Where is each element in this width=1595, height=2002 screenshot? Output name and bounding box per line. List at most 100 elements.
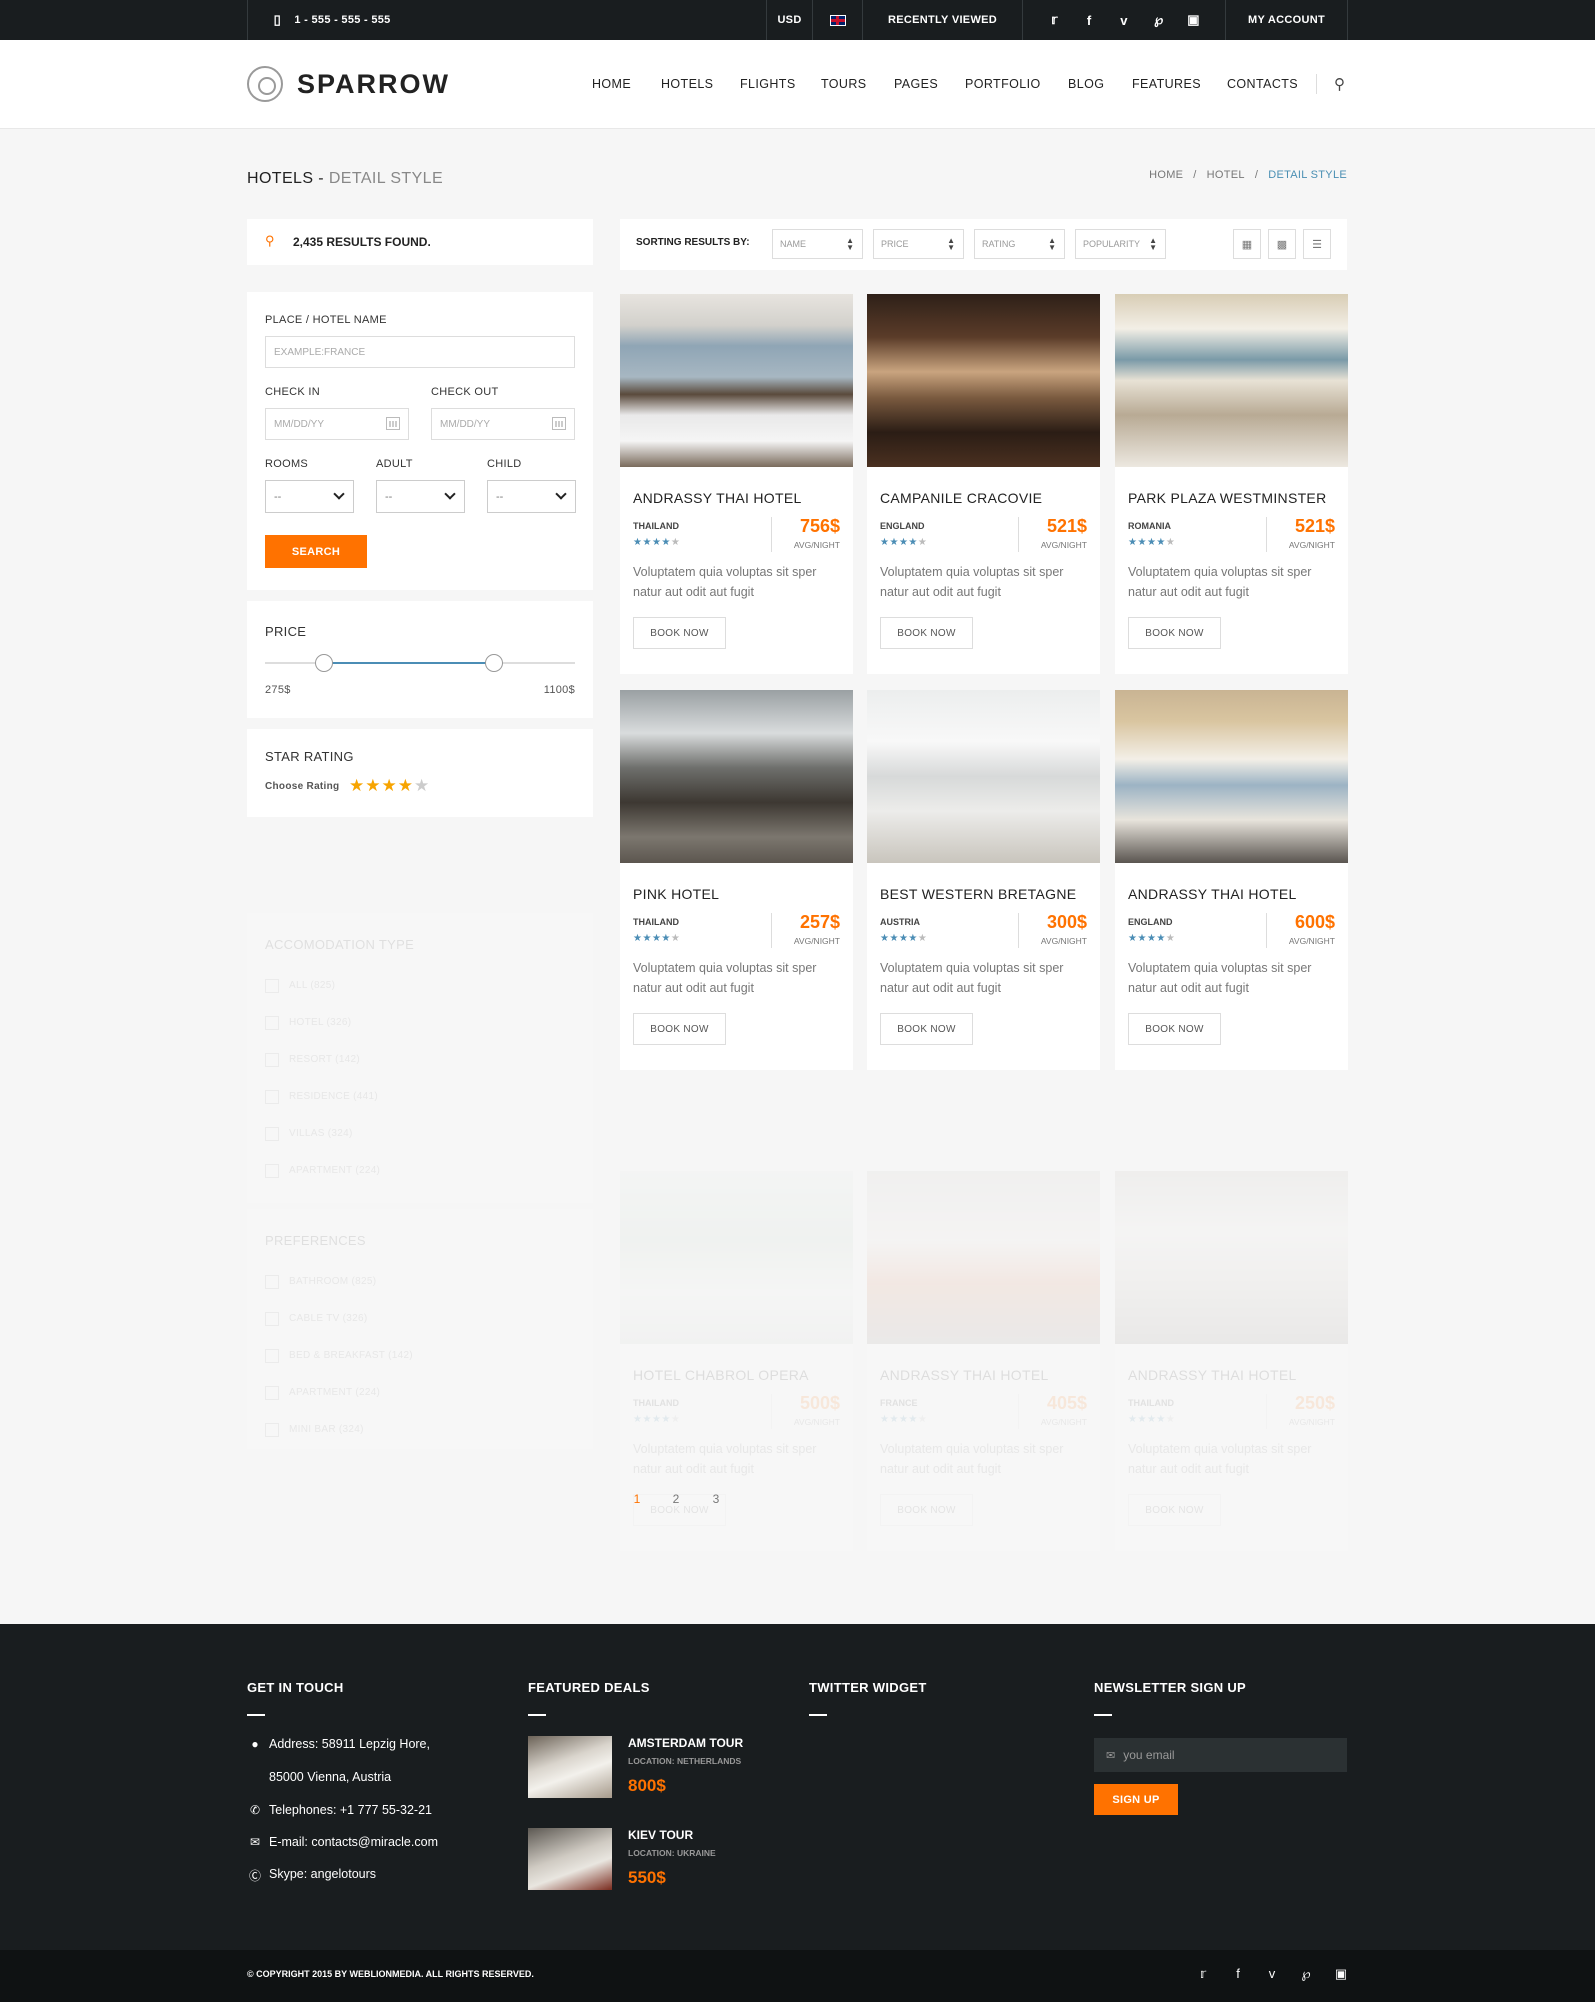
hotel-name[interactable]: PINK HOTEL (633, 886, 719, 902)
hotel-image[interactable] (867, 294, 1100, 467)
instagram-icon[interactable]: ▣ (1186, 12, 1202, 28)
rooms-select[interactable]: -- (265, 480, 354, 513)
facebook-icon[interactable]: f (1081, 13, 1097, 28)
book-now-button[interactable]: BOOK NOW (880, 1013, 973, 1045)
search-icon[interactable]: ⚲ (1334, 75, 1345, 93)
nav-flights[interactable]: FLIGHTS (740, 77, 796, 91)
recently-viewed-link[interactable]: RECENTLY VIEWED (862, 0, 1022, 40)
nav-features[interactable]: FEATURES (1132, 77, 1201, 91)
hotel-image[interactable] (867, 690, 1100, 863)
hotel-image[interactable] (620, 1171, 853, 1344)
star-icon[interactable]: ★ (414, 776, 430, 795)
hotel-name[interactable]: ANDRASSY THAI HOTEL (1128, 886, 1297, 902)
nav-blog[interactable]: BLOG (1068, 77, 1104, 91)
page-2-button[interactable]: 2 (656, 1484, 696, 1514)
checkbox[interactable] (265, 1312, 279, 1326)
page-3-button[interactable]: 3 (696, 1484, 736, 1514)
sort-by-popularity[interactable]: POPULARITY ▲ ▼ (1075, 229, 1166, 259)
checkbox[interactable] (265, 1386, 279, 1400)
book-now-button[interactable]: BOOK NOW (880, 617, 973, 649)
checkbox[interactable] (265, 1053, 279, 1067)
amsterdam-tour-image[interactable] (528, 1736, 612, 1798)
price-slider-track[interactable] (265, 654, 575, 672)
hotel-card[interactable]: ANDRASSY THAI HOTEL THAILAND ★★★★★ 756$ AVG/… (620, 294, 853, 674)
price-slider-min-handle[interactable] (314, 654, 333, 672)
book-now-button[interactable]: BOOK NOW (1128, 617, 1221, 649)
checkbox[interactable] (265, 1275, 279, 1289)
nav-portfolio[interactable]: PORTFOLIO (965, 77, 1041, 91)
checkbox[interactable] (265, 1164, 279, 1178)
checkbox[interactable] (265, 1349, 279, 1363)
hotel-name[interactable]: BEST WESTERN BRETAGNE (880, 886, 1076, 902)
pinterest-icon[interactable]: ℘ (1151, 12, 1167, 28)
list-icon[interactable]: ☰ (1303, 229, 1331, 259)
hotel-card[interactable]: BEST WESTERN BRETAGNE AUSTRIA ★★★★★ 300$ AVG… (867, 690, 1100, 1070)
place-input[interactable]: EXAMPLE:FRANCE (265, 336, 575, 368)
hotel-name[interactable]: ANDRASSY THAI HOTEL (880, 1367, 1049, 1383)
child-select[interactable]: -- (487, 480, 576, 513)
twitter-icon[interactable]: 𝕣 (1046, 12, 1062, 28)
checkbox[interactable] (265, 1127, 279, 1141)
calendar-icon[interactable] (386, 417, 400, 430)
hotel-image[interactable] (1115, 690, 1348, 863)
language-selector[interactable] (812, 0, 862, 40)
facebook-icon[interactable]: f (1230, 1966, 1246, 1981)
breadcrumb-hotel[interactable]: HOTEL (1207, 169, 1245, 181)
logo[interactable]: SPARROW (247, 66, 450, 102)
checkbox[interactable] (265, 1090, 279, 1104)
breadcrumb-home[interactable]: HOME (1149, 169, 1183, 181)
hotel-card[interactable]: ANDRASSY THAI HOTEL FRANCE ★★★★★ 405$ AVG/NI… (867, 1171, 1100, 1551)
instagram-icon[interactable]: ▣ (1333, 1966, 1349, 1982)
vimeo-icon[interactable]: v (1116, 13, 1132, 28)
hotel-image[interactable] (1115, 1171, 1348, 1344)
nav-contacts[interactable]: CONTACTS (1227, 77, 1298, 91)
hotel-name[interactable]: PARK PLAZA WESTMINSTER (1128, 490, 1327, 506)
hotel-name[interactable]: ANDRASSY THAI HOTEL (633, 490, 802, 506)
hotel-card[interactable]: ANDRASSY THAI HOTEL ENGLAND ★★★★★ 600$ AVG/N… (1115, 690, 1348, 1070)
search-button[interactable]: SEARCH (265, 535, 367, 568)
hotel-image[interactable] (620, 690, 853, 863)
hotel-image[interactable] (1115, 294, 1348, 467)
hotel-card[interactable]: ANDRASSY THAI HOTEL THAILAND ★★★★★ 250$ AVG/… (1115, 1171, 1348, 1551)
star-icon[interactable]: ★ (382, 776, 398, 795)
nav-pages[interactable]: PAGES (894, 77, 938, 91)
checkin-input[interactable]: MM/DD/YY (265, 408, 409, 440)
deal-2-title[interactable]: KIEV TOUR (628, 1828, 693, 1842)
footer-email[interactable]: E-mail: contacts@miracle.com (269, 1835, 438, 1849)
adult-select[interactable]: -- (376, 480, 465, 513)
page-1-button[interactable]: 1 (617, 1484, 657, 1514)
signup-button[interactable]: SIGN UP (1094, 1784, 1178, 1815)
hotel-image[interactable] (867, 1171, 1100, 1344)
hotel-name[interactable]: ANDRASSY THAI HOTEL (1128, 1367, 1297, 1383)
book-now-button[interactable]: BOOK NOW (633, 1013, 726, 1045)
checkbox[interactable] (265, 1423, 279, 1437)
book-now-button[interactable]: BOOK NOW (1128, 1013, 1221, 1045)
star-icon[interactable]: ★ (398, 776, 414, 795)
deal-1-title[interactable]: AMSTERDAM TOUR (628, 1736, 743, 1750)
currency-selector[interactable]: USD (766, 0, 812, 40)
book-now-button[interactable]: BOOK NOW (880, 1494, 973, 1526)
rating-stars[interactable]: ★★★★★ (349, 776, 430, 796)
nav-tours[interactable]: TOURS (821, 77, 867, 91)
hotel-image[interactable] (620, 294, 853, 467)
nav-home[interactable]: HOME (592, 77, 631, 91)
book-now-button[interactable]: BOOK NOW (633, 617, 726, 649)
price-slider-max-handle[interactable] (485, 654, 504, 672)
hotel-name[interactable]: HOTEL CHABROL OPERA (633, 1367, 809, 1383)
calendar-icon[interactable] (552, 417, 566, 430)
my-account-link[interactable]: MY ACCOUNT (1225, 0, 1348, 40)
twitter-icon[interactable]: 𝕣 (1195, 1966, 1211, 1982)
kiev-tour-image[interactable] (528, 1828, 612, 1890)
checkout-input[interactable]: MM/DD/YY (431, 408, 575, 440)
hotel-card[interactable]: PINK HOTEL THAILAND ★★★★★ 257$ AVG/NIGHT Volu… (620, 690, 853, 1070)
sort-by-price[interactable]: PRICE ▲ ▼ (873, 229, 964, 259)
vimeo-icon[interactable]: v (1264, 1966, 1280, 1981)
grid-large-icon[interactable]: ▦ (1233, 229, 1261, 259)
book-now-button[interactable]: BOOK NOW (1128, 1494, 1221, 1526)
newsletter-email-input[interactable]: ✉ you email (1094, 1738, 1347, 1772)
sort-by-name[interactable]: NAME ▲ ▼ (772, 229, 863, 259)
hotel-card[interactable]: PARK PLAZA WESTMINSTER ROMANIA ★★★★★ 521$ AV… (1115, 294, 1348, 674)
star-icon[interactable]: ★ (349, 776, 365, 795)
sort-by-rating[interactable]: RATING ▲ ▼ (974, 229, 1065, 259)
nav-hotels[interactable]: HOTELS (661, 77, 713, 91)
